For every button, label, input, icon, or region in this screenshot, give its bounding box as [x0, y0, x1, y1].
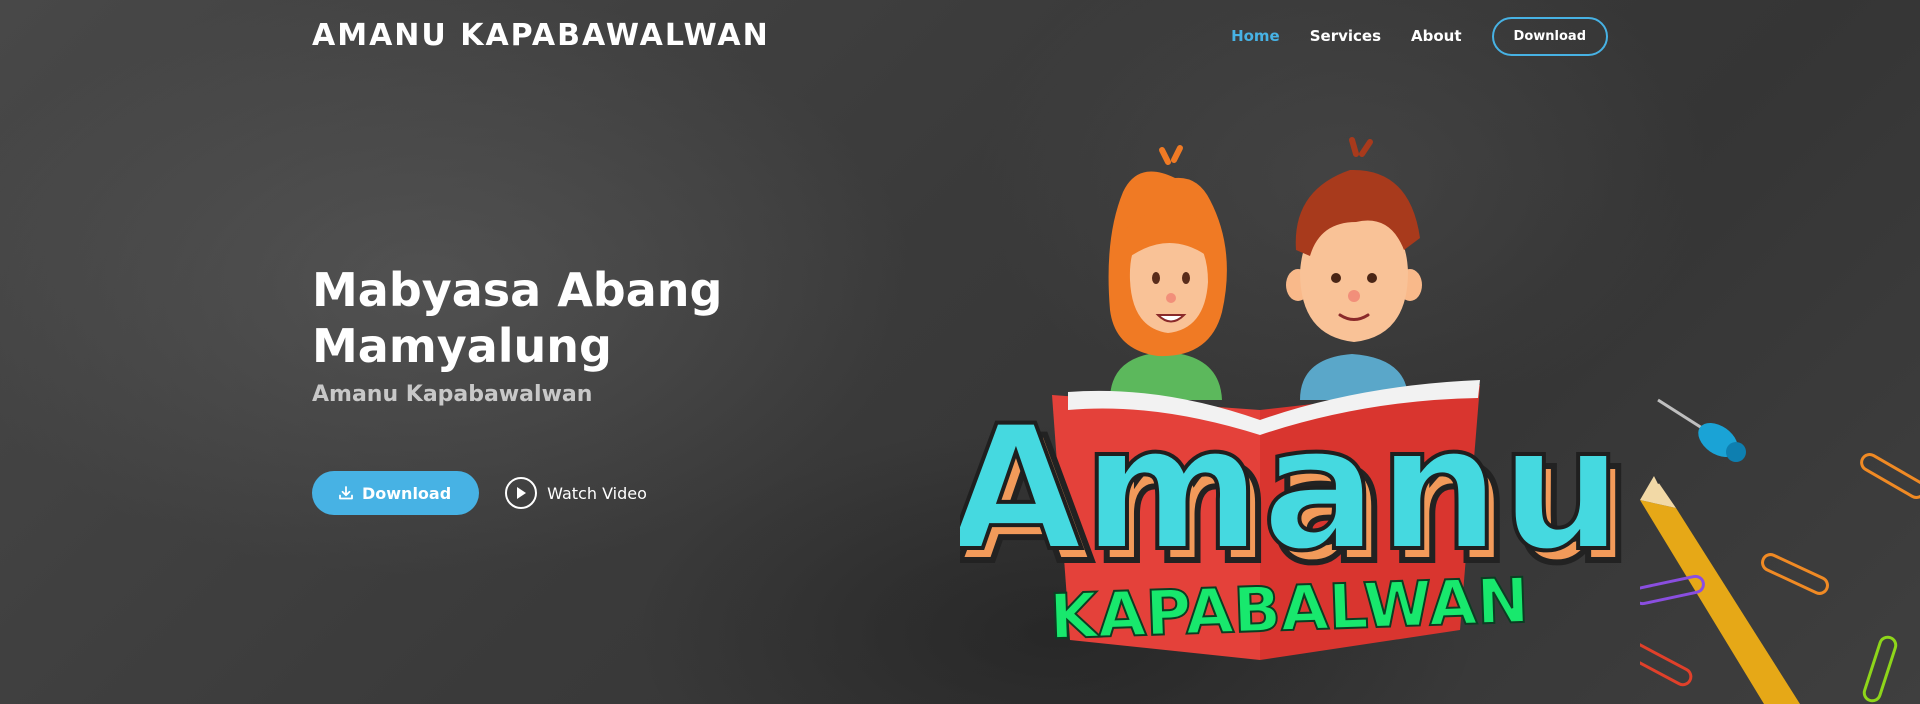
watch-video-label: Watch Video — [547, 483, 647, 503]
main-nav: Home Services About Download — [1201, 16, 1608, 56]
nav-home[interactable]: Home — [1231, 27, 1280, 45]
nav-download-button[interactable]: Download — [1491, 16, 1608, 56]
nav-about[interactable]: About — [1411, 27, 1462, 45]
nav-services[interactable]: Services — [1310, 27, 1381, 45]
desk-decorations — [1640, 398, 1920, 704]
paperclip-icon — [1640, 453, 1920, 703]
hero-illustration: Amanu Amanu KAPABALWAN — [960, 137, 1636, 660]
girl-figure — [1108, 145, 1227, 400]
pushpin-icon — [1657, 398, 1746, 462]
logo-word: Amanu — [960, 388, 1623, 589]
play-icon — [505, 477, 538, 509]
site-header: AMANU KAPABAWALWAN Home Services About D… — [0, 0, 1920, 74]
hero-text: Mabyasa Abang Mamyalung Amanu Kapabawalw… — [312, 262, 912, 407]
download-icon — [339, 486, 353, 500]
hero-title-line1: Mabyasa Abang — [312, 263, 723, 317]
hero-subtitle: Amanu Kapabawalwan — [312, 382, 593, 407]
hero-actions: Download Watch Video — [312, 471, 647, 515]
pencil-icon — [1640, 476, 1800, 704]
hero-title: Mabyasa Abang Mamyalung — [312, 262, 912, 374]
hero-title-line2: Mamyalung — [312, 319, 612, 373]
hero-download-label: Download — [362, 483, 452, 503]
watch-video-button[interactable]: Watch Video — [505, 477, 647, 509]
hero-download-button[interactable]: Download — [312, 471, 480, 515]
logo-subword: KAPABALWAN — [1049, 564, 1530, 654]
site-logo[interactable]: AMANU KAPABAWALWAN — [312, 18, 770, 53]
boy-figure — [1286, 137, 1422, 400]
